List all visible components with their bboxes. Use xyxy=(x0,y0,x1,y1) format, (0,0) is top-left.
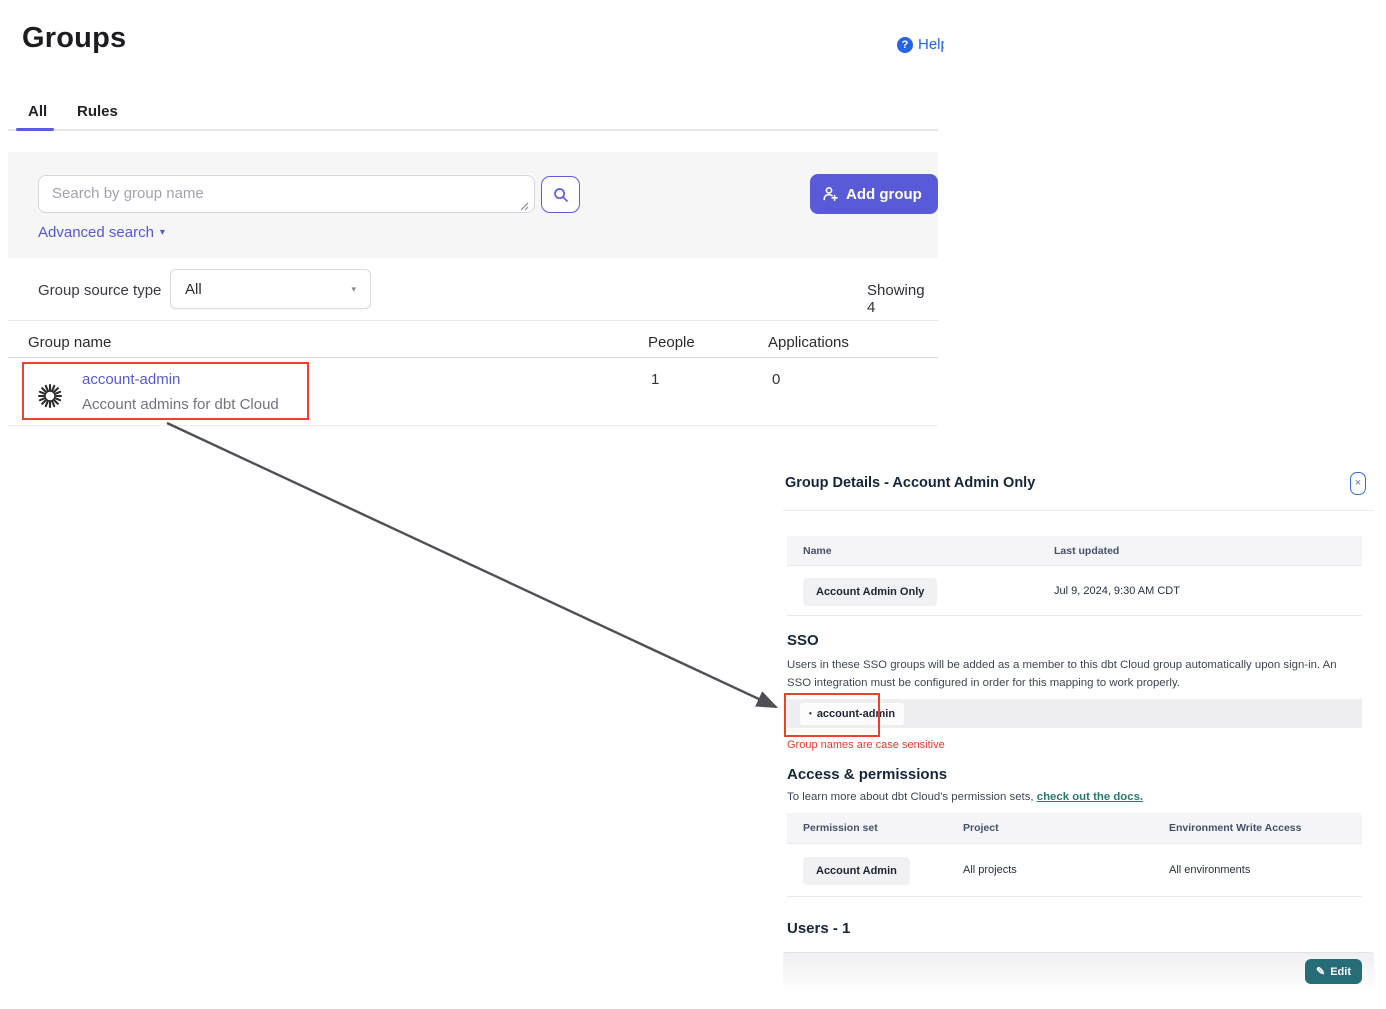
help-link[interactable]: ? Help xyxy=(897,36,944,53)
project-cell: All projects xyxy=(963,864,1169,876)
divider xyxy=(8,425,938,426)
permissions-table-row: Account Admin All projects All environme… xyxy=(787,844,1362,897)
sso-groups-bar: • account-admin xyxy=(787,699,1362,728)
tab-all[interactable]: All xyxy=(28,103,47,120)
edit-button[interactable]: ✎ Edit xyxy=(1305,959,1362,984)
tab-active-indicator xyxy=(16,128,54,131)
advanced-search-link[interactable]: Advanced search ▾ xyxy=(38,224,165,241)
permissions-table: Permission set Project Environment Write… xyxy=(787,813,1362,897)
pencil-icon: ✎ xyxy=(1316,965,1325,978)
sso-case-sensitive-warning: Group names are case sensitive xyxy=(787,739,945,751)
group-row-link[interactable]: account-admin xyxy=(82,371,180,388)
header-permission-set: Permission set xyxy=(787,822,963,834)
sso-heading: SSO xyxy=(787,632,819,649)
group-source-type-select[interactable]: All ▾ xyxy=(170,269,371,309)
header-environment-write-access: Environment Write Access xyxy=(1169,822,1301,834)
close-icon[interactable]: × xyxy=(1350,472,1366,495)
header-name: Name xyxy=(787,545,1054,557)
group-source-type-value: All xyxy=(185,281,202,298)
group-details-panel: Group Details - Account Admin Only × Nam… xyxy=(783,462,1374,1007)
group-name-chip: Account Admin Only xyxy=(803,578,937,606)
permission-set-cell: Account Admin xyxy=(787,861,963,879)
caret-down-icon: ▾ xyxy=(351,284,356,295)
access-description: To learn more about dbt Cloud's permissi… xyxy=(787,791,1143,803)
group-row-people-count: 1 xyxy=(651,371,659,388)
filter-panel: Advanced search ▾ Add group xyxy=(8,152,938,258)
showing-count: Showing 4 xyxy=(867,282,937,316)
groups-page: Groups ? Help All Rules Advanced search … xyxy=(0,0,1386,1009)
group-sunburst-icon xyxy=(36,382,64,410)
tab-rules[interactable]: Rules xyxy=(77,103,118,120)
search-input[interactable] xyxy=(38,175,535,213)
panel-footer: ✎ Edit xyxy=(783,952,1374,989)
header-project: Project xyxy=(963,822,1169,834)
access-permissions-heading: Access & permissions xyxy=(787,766,947,783)
environment-cell: All environments xyxy=(1169,864,1250,876)
last-updated-cell: Jul 9, 2024, 9:30 AM CDT xyxy=(1054,585,1180,597)
group-row-applications-count: 0 xyxy=(772,371,780,388)
caret-down-icon: ▾ xyxy=(160,227,165,238)
permissions-table-header: Permission set Project Environment Write… xyxy=(787,813,1362,844)
group-row-description: Account admins for dbt Cloud xyxy=(82,396,279,413)
name-table-header: Name Last updated xyxy=(787,536,1362,566)
group-source-type-label: Group source type xyxy=(38,282,161,299)
advanced-search-label: Advanced search xyxy=(38,224,154,241)
add-group-label: Add group xyxy=(846,186,922,203)
divider xyxy=(8,320,938,321)
sso-group-chip[interactable]: • account-admin xyxy=(800,703,904,725)
name-cell: Account Admin Only xyxy=(787,582,1054,600)
tabs-baseline xyxy=(8,129,938,131)
search-button[interactable] xyxy=(541,176,580,213)
search-icon xyxy=(553,187,569,203)
users-heading: Users - 1 xyxy=(787,920,850,937)
permission-set-chip: Account Admin xyxy=(803,857,910,885)
divider xyxy=(783,510,1374,511)
name-table: Name Last updated Account Admin Only Jul… xyxy=(787,536,1362,616)
divider xyxy=(8,357,938,358)
user-plus-icon xyxy=(822,186,839,202)
header-last-updated: Last updated xyxy=(1054,545,1119,557)
edit-button-label: Edit xyxy=(1330,966,1351,978)
column-header-applications: Applications xyxy=(768,334,849,351)
column-header-group-name: Group name xyxy=(28,334,111,351)
sso-group-chip-label: account-admin xyxy=(817,708,895,720)
panel-title: Group Details - Account Admin Only xyxy=(785,475,1035,491)
add-group-button[interactable]: Add group xyxy=(810,174,938,214)
sso-description: Users in these SSO groups will be added … xyxy=(787,656,1361,693)
name-table-row: Account Admin Only Jul 9, 2024, 9:30 AM … xyxy=(787,566,1362,616)
column-header-people: People xyxy=(648,334,695,351)
help-question-icon: ? xyxy=(897,37,913,53)
access-description-text: To learn more about dbt Cloud's permissi… xyxy=(787,791,1037,803)
page-title: Groups xyxy=(22,22,126,55)
docs-link[interactable]: check out the docs. xyxy=(1037,791,1143,803)
bullet-icon: • xyxy=(809,709,812,718)
help-label: Help xyxy=(918,36,944,53)
